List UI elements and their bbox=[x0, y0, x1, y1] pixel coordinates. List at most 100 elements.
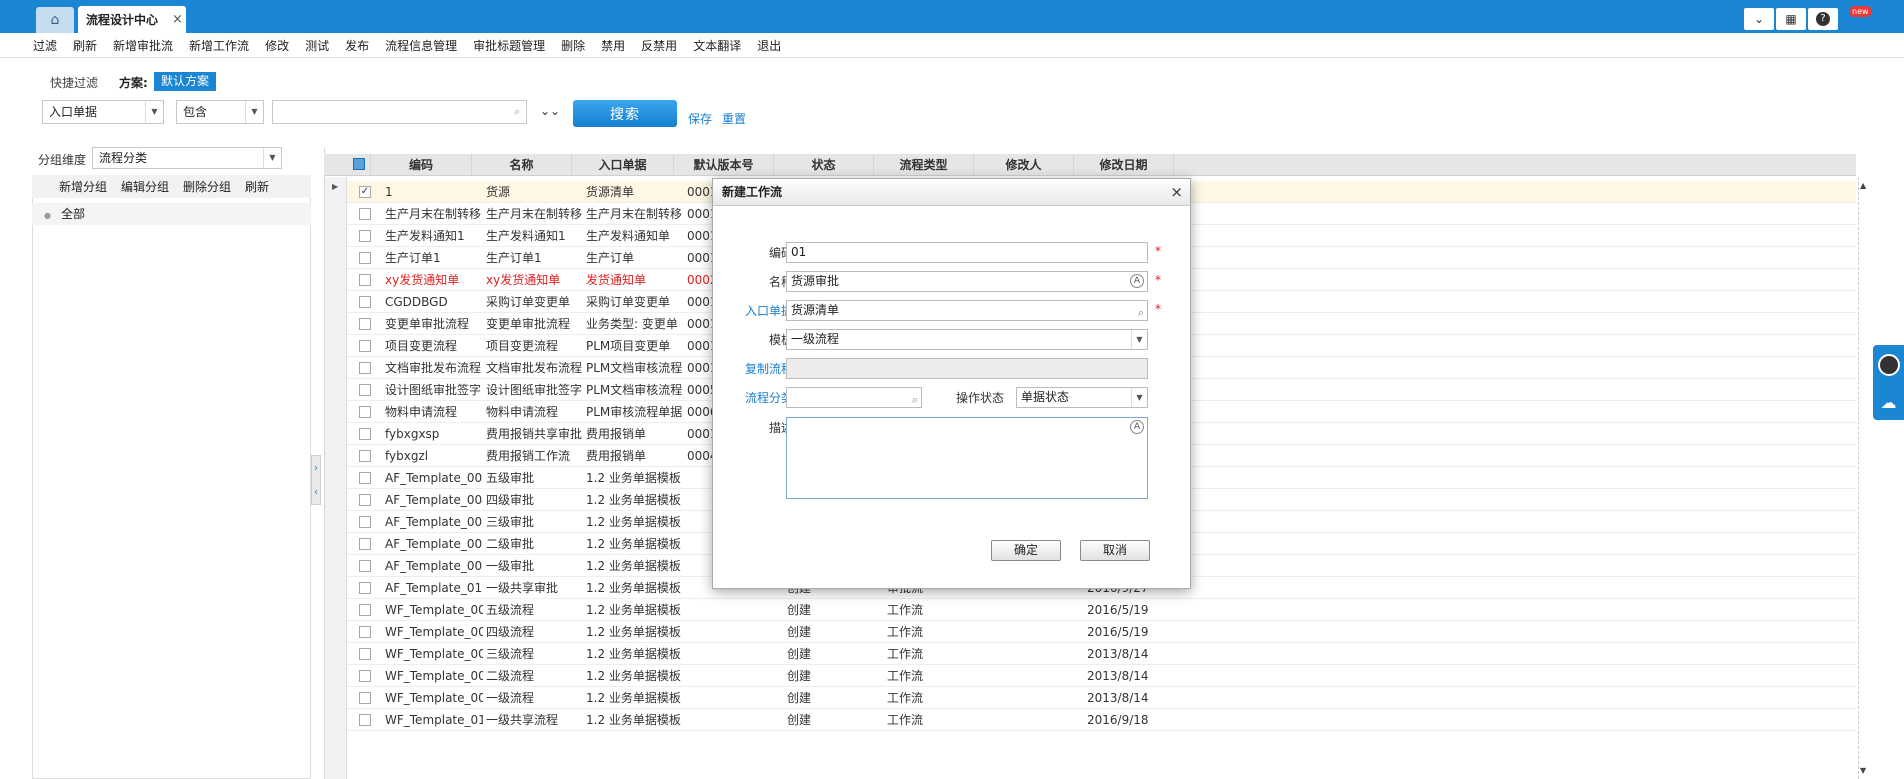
table-row[interactable]: WF_Template_005 五级流程 1.2 业务单据模板 创建 工作流 2016/5… bbox=[347, 599, 1856, 621]
chevron-right-icon[interactable]: › bbox=[314, 463, 318, 474]
reset-filter-link[interactable]: 重置 bbox=[722, 110, 746, 127]
operation-state-select[interactable]: 单据状态 ▼ bbox=[1016, 387, 1148, 408]
row-checkbox[interactable] bbox=[359, 230, 371, 242]
menu-item[interactable]: 新增工作流 bbox=[189, 37, 249, 54]
cloud-icon[interactable]: ☁ bbox=[1881, 393, 1897, 412]
process-category-link[interactable]: 流程分类 bbox=[733, 389, 793, 406]
menu-item[interactable]: 新增审批流 bbox=[113, 37, 173, 54]
grid-scrollbar[interactable]: ▲ ▼ bbox=[1858, 177, 1868, 779]
filter-operator-select[interactable]: 包含 ▼ bbox=[176, 100, 264, 124]
row-checkbox[interactable] bbox=[359, 692, 371, 704]
column-header[interactable]: 名称 bbox=[472, 154, 572, 176]
row-checkbox[interactable] bbox=[359, 318, 371, 330]
row-checkbox[interactable] bbox=[359, 384, 371, 396]
column-header[interactable]: 入口单据 bbox=[572, 154, 674, 176]
row-checkbox[interactable] bbox=[359, 560, 371, 572]
group-tool-button[interactable]: 新增分组 bbox=[59, 178, 107, 195]
column-header[interactable]: 编码 bbox=[371, 154, 472, 176]
avatar[interactable] bbox=[1877, 353, 1900, 376]
entry-document-value: 货源清单 bbox=[791, 303, 840, 317]
expand-filter-icon[interactable]: ⌄⌄ bbox=[540, 104, 560, 118]
apps-grid-icon[interactable]: ▦ bbox=[1776, 8, 1806, 30]
name-field[interactable]: 货源审批 A bbox=[786, 271, 1148, 292]
menu-item[interactable]: 禁用 bbox=[601, 37, 625, 54]
group-tool-button[interactable]: 刷新 bbox=[245, 178, 269, 195]
select-all-checkbox[interactable] bbox=[347, 154, 371, 176]
row-checkbox[interactable] bbox=[359, 670, 371, 682]
template-select[interactable]: 一级流程 ▼ bbox=[786, 329, 1148, 350]
menu-item[interactable]: 退出 bbox=[757, 37, 781, 54]
search-icon[interactable]: ⌕ bbox=[912, 390, 918, 409]
code-field[interactable]: 01 bbox=[786, 242, 1148, 263]
home-tab[interactable]: ⌂ bbox=[36, 7, 74, 33]
column-header[interactable]: 修改人 bbox=[974, 154, 1074, 176]
row-checkbox[interactable] bbox=[359, 626, 371, 638]
menu-item[interactable]: 流程信息管理 bbox=[385, 37, 457, 54]
row-checkbox[interactable] bbox=[359, 428, 371, 440]
row-checkbox[interactable] bbox=[359, 714, 371, 726]
panel-splitter[interactable]: › ‹ bbox=[311, 455, 321, 505]
cell-code: WF_Template_002 bbox=[385, 669, 483, 683]
row-checkbox[interactable] bbox=[359, 516, 371, 528]
row-checkbox[interactable] bbox=[359, 406, 371, 418]
help-icon[interactable]: ? bbox=[1808, 8, 1838, 30]
menu-item[interactable]: 刷新 bbox=[73, 37, 97, 54]
row-checkbox[interactable] bbox=[359, 296, 371, 308]
multilang-icon[interactable]: A bbox=[1130, 274, 1144, 288]
row-checkbox[interactable]: ✓ bbox=[359, 186, 371, 198]
cell-name: 三级流程 bbox=[486, 647, 535, 661]
entry-document-field[interactable]: 货源清单 ⌕ bbox=[786, 300, 1148, 321]
entry-document-link[interactable]: 入口单据 bbox=[733, 302, 793, 319]
row-checkbox[interactable] bbox=[359, 252, 371, 264]
group-dimension-select[interactable]: 流程分类 ▼ bbox=[92, 147, 282, 169]
search-button[interactable]: 搜索 bbox=[573, 100, 677, 127]
row-checkbox[interactable] bbox=[359, 274, 371, 286]
row-checkbox[interactable] bbox=[359, 494, 371, 506]
group-tool-button[interactable]: 编辑分组 bbox=[121, 178, 169, 195]
description-textarea[interactable]: A bbox=[786, 417, 1148, 499]
tab-process-design-center[interactable]: 流程设计中心 × bbox=[78, 6, 186, 33]
table-row[interactable]: WF_Template_011 一级共享流程 1.2 业务单据模板 创建 工作流 2016… bbox=[347, 709, 1856, 731]
process-category-field[interactable]: ⌕ bbox=[786, 387, 922, 408]
row-checkbox[interactable] bbox=[359, 648, 371, 660]
menu-item[interactable]: 发布 bbox=[345, 37, 369, 54]
table-row[interactable]: WF_Template_003 三级流程 1.2 业务单据模板 创建 工作流 2013/8… bbox=[347, 643, 1856, 665]
row-checkbox[interactable] bbox=[359, 208, 371, 220]
column-header[interactable]: 流程类型 bbox=[874, 154, 974, 176]
column-header[interactable]: 状态 bbox=[774, 154, 874, 176]
row-checkbox[interactable] bbox=[359, 538, 371, 550]
default-scheme-button[interactable]: 默认方案 bbox=[154, 72, 217, 91]
chevron-left-icon[interactable]: ‹ bbox=[314, 487, 318, 498]
menu-item[interactable]: 审批标题管理 bbox=[473, 37, 545, 54]
menu-item[interactable]: 过滤 bbox=[33, 37, 57, 54]
ok-button[interactable]: 确定 bbox=[991, 540, 1061, 561]
tab-close-icon[interactable]: × bbox=[172, 12, 183, 27]
column-header[interactable]: 默认版本号 bbox=[674, 154, 774, 176]
menu-item[interactable]: 反禁用 bbox=[641, 37, 677, 54]
menu-item[interactable]: 修改 bbox=[265, 37, 289, 54]
menu-item[interactable]: 文本翻译 bbox=[693, 37, 741, 54]
table-row[interactable]: WF_Template_004 四级流程 1.2 业务单据模板 创建 工作流 2016/5… bbox=[347, 621, 1856, 643]
column-header[interactable]: 修改日期 bbox=[1074, 154, 1174, 176]
menu-item[interactable]: 测试 bbox=[305, 37, 329, 54]
menu-item[interactable]: 删除 bbox=[561, 37, 585, 54]
close-icon[interactable]: × bbox=[1170, 183, 1183, 201]
table-row[interactable]: WF_Template_001 一级流程 1.2 业务单据模板 创建 工作流 2013/8… bbox=[347, 687, 1856, 709]
table-row[interactable]: WF_Template_002 二级流程 1.2 业务单据模板 创建 工作流 2013/8… bbox=[347, 665, 1856, 687]
group-tool-button[interactable]: 删除分组 bbox=[183, 178, 231, 195]
search-icon[interactable]: ⌕ bbox=[1138, 303, 1144, 322]
row-checkbox[interactable] bbox=[359, 450, 371, 462]
tree-node-all[interactable]: ● 全部 bbox=[32, 203, 311, 225]
row-checkbox[interactable] bbox=[359, 340, 371, 352]
filter-field-select[interactable]: 入口单据 ▼ bbox=[42, 100, 164, 124]
filter-value-input[interactable]: ⌕ bbox=[272, 100, 527, 124]
row-checkbox[interactable] bbox=[359, 472, 371, 484]
save-scheme-link[interactable]: 保存 bbox=[688, 110, 712, 127]
copy-process-link[interactable]: 复制流程 bbox=[733, 360, 793, 377]
row-checkbox[interactable] bbox=[359, 362, 371, 374]
cancel-button[interactable]: 取消 bbox=[1080, 540, 1150, 561]
multilang-icon[interactable]: A bbox=[1130, 420, 1144, 434]
row-checkbox[interactable] bbox=[359, 582, 371, 594]
row-checkbox[interactable] bbox=[359, 604, 371, 616]
collapse-icon[interactable]: ⌄ bbox=[1744, 8, 1774, 30]
